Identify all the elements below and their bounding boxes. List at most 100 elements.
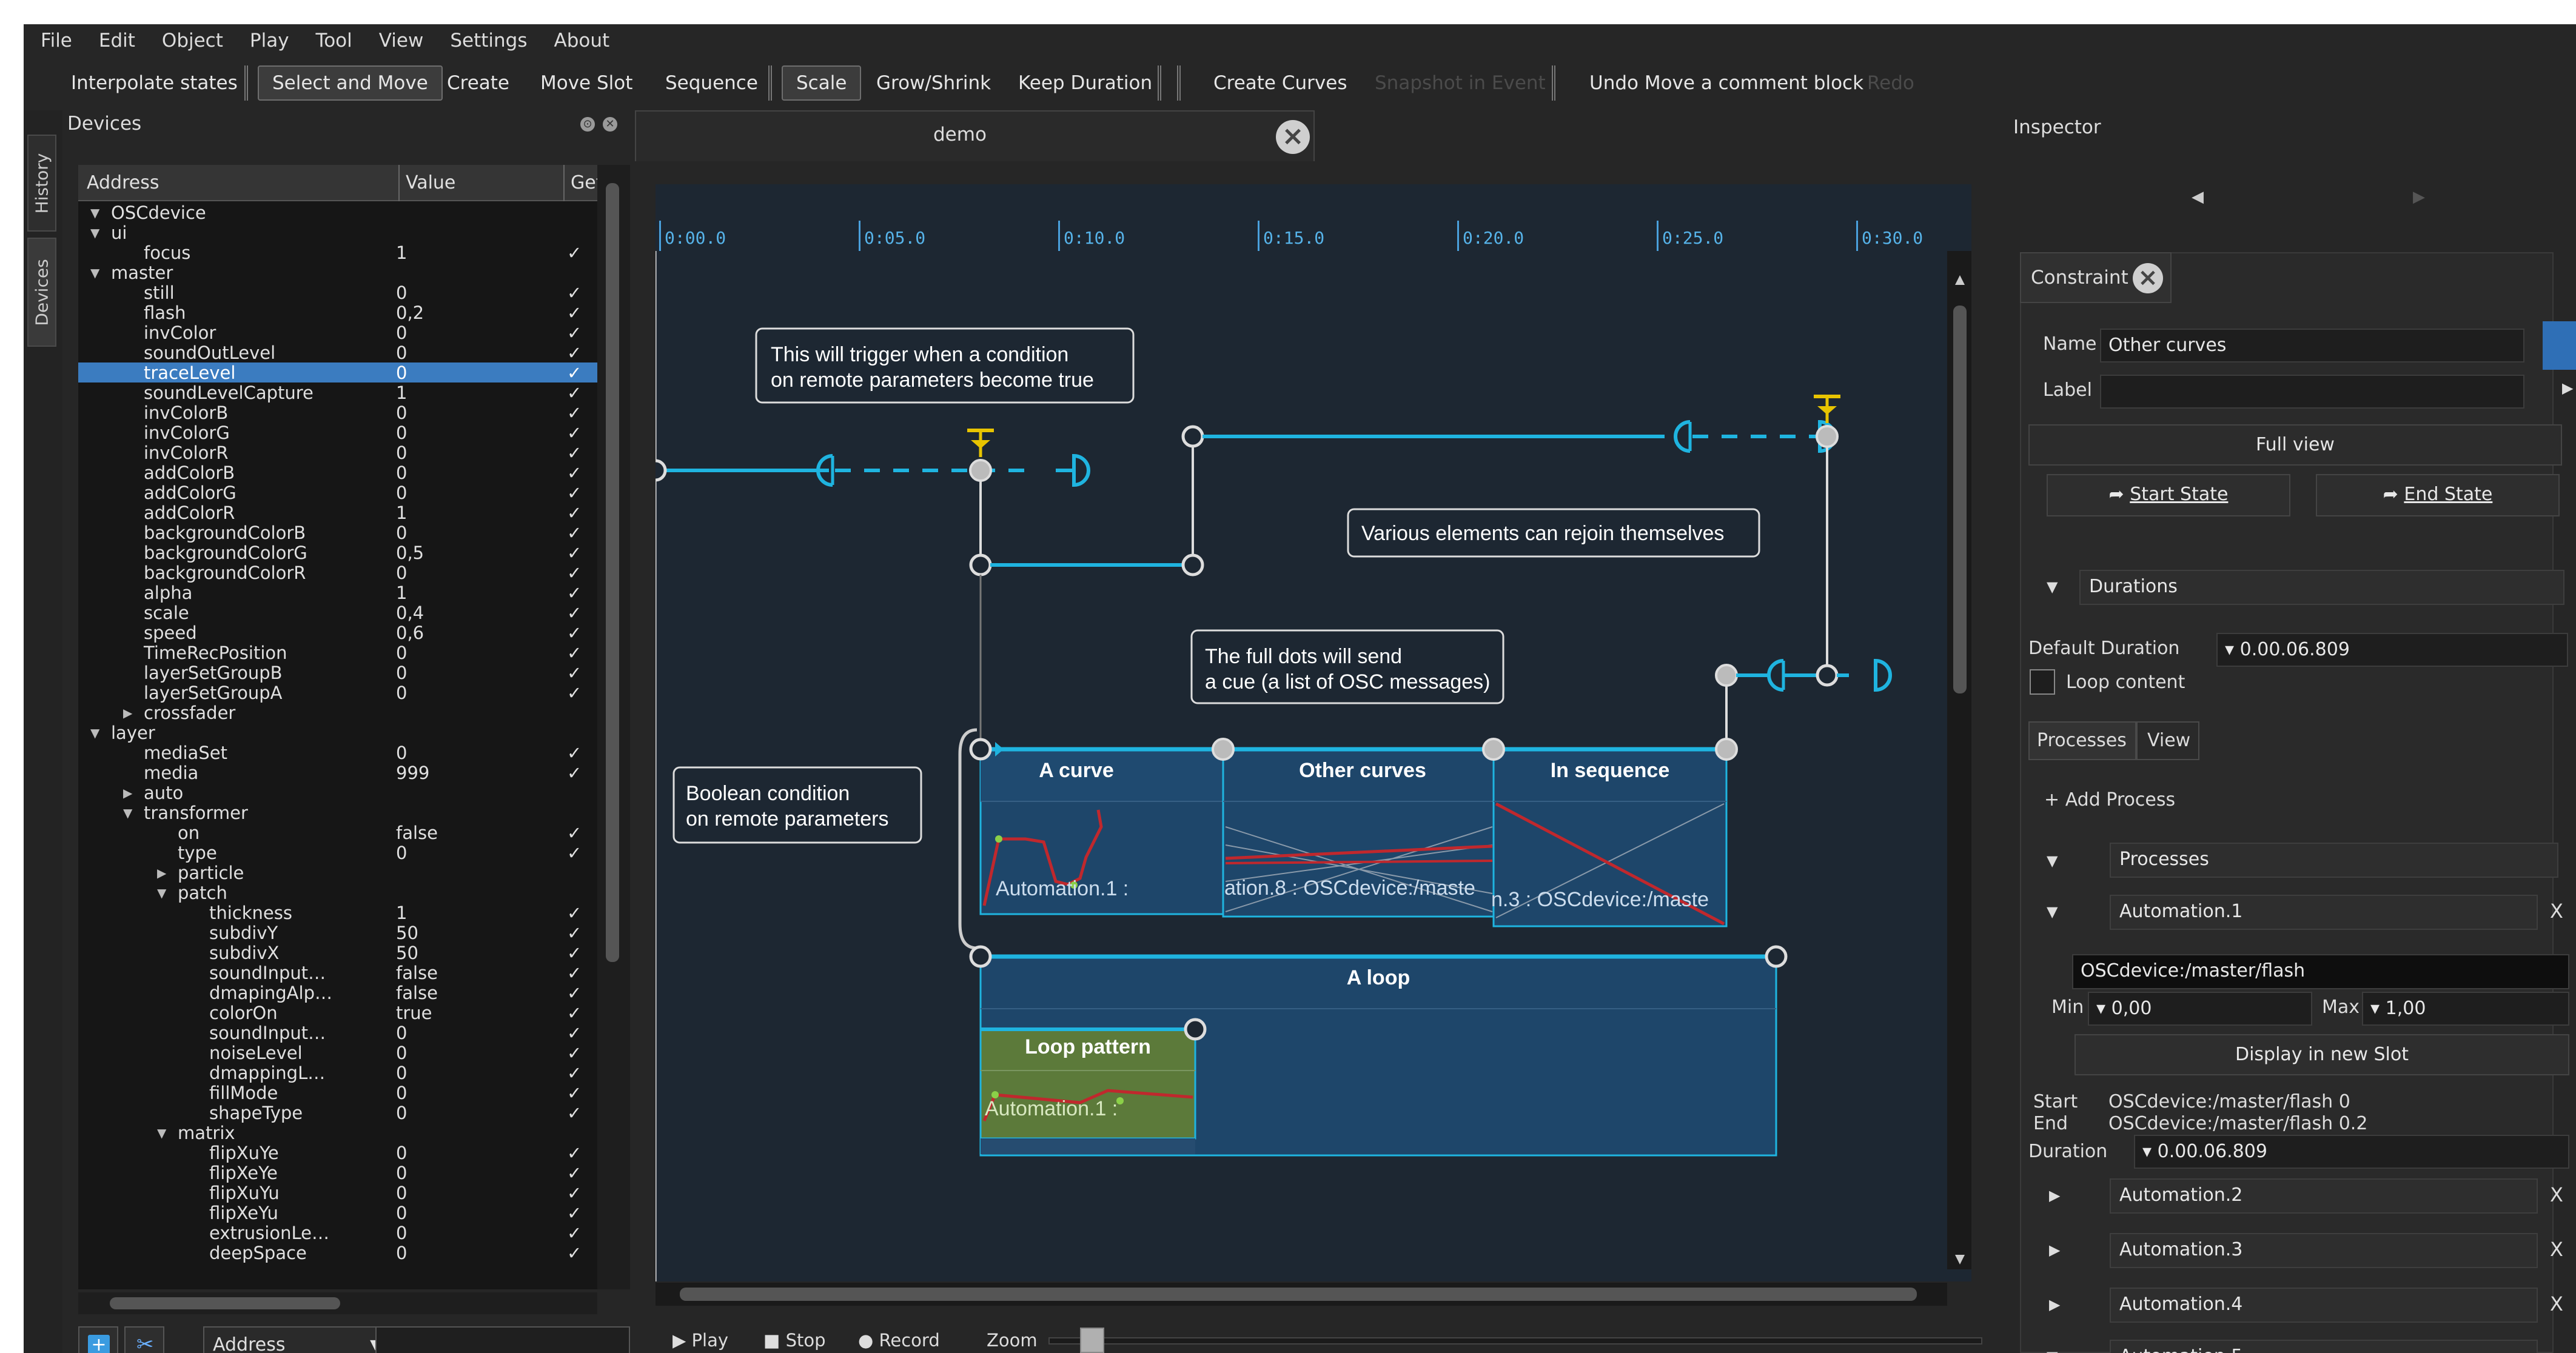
state-dot[interactable] <box>1184 1018 1207 1041</box>
get-checkmark-icon[interactable]: ✓ <box>567 1203 582 1223</box>
device-tree-row[interactable]: TimeRecPosition 0 ✓ <box>78 643 597 663</box>
max-spinbox[interactable]: ▾ 1,00 <box>2362 992 2569 1026</box>
device-tree-row[interactable]: layerSetGroupB 0 ✓ <box>78 663 597 683</box>
device-tree-row[interactable]: flipXuYe 0 ✓ <box>78 1143 597 1163</box>
device-tree-row[interactable]: fillMode 0 ✓ <box>78 1083 597 1103</box>
device-tree-row[interactable]: speed 0,6 ✓ <box>78 623 597 643</box>
add-device-button[interactable]: + <box>78 1326 118 1353</box>
score-canvas[interactable]: A curve Automation.1 : Other curves atio… <box>656 251 1971 1281</box>
device-tree-row[interactable]: type 0 ✓ <box>78 843 597 863</box>
automation-5-header[interactable]: Automation.5 <box>2110 1340 2538 1353</box>
menu-settings[interactable]: Settings <box>450 30 527 52</box>
state-dot[interactable] <box>1715 664 1738 687</box>
device-tree-row[interactable]: soundInput… false ✓ <box>78 963 597 983</box>
expand-arrow-icon[interactable]: ▶ <box>2049 1241 2060 1258</box>
column-address[interactable]: Address <box>87 172 159 193</box>
remove-process-button[interactable]: X <box>2550 900 2563 923</box>
device-tree-row[interactable]: soundInput… 0 ✓ <box>78 1023 597 1043</box>
expand-arrow-icon[interactable]: ▶ <box>2049 1296 2060 1313</box>
next-arrow-icon[interactable]: ▶ <box>2413 188 2425 206</box>
device-tree-row[interactable]: flash 0,2 ✓ <box>78 302 597 323</box>
get-checkmark-icon[interactable]: ✓ <box>567 383 582 403</box>
grow-shrink-button[interactable]: Grow/Shrink <box>863 65 1004 101</box>
expand-down-icon[interactable]: ▼ <box>90 226 99 240</box>
device-tree-row[interactable]: backgroundColorR 0 ✓ <box>78 563 597 583</box>
device-tree-row[interactable]: mediaSet 0 ✓ <box>78 743 597 763</box>
device-explorer-tree[interactable]: Address Value Get ▼ OSCdevice ▼ ui focus 1 ✓ ▼ m… <box>78 165 630 1289</box>
device-tree-row[interactable]: layerSetGroupA 0 ✓ <box>78 683 597 703</box>
expand-arrow-icon[interactable]: ▶ <box>2562 379 2573 396</box>
state-dot[interactable] <box>969 945 992 968</box>
get-checkmark-icon[interactable]: ✓ <box>567 843 582 863</box>
device-tree-row[interactable]: ▼ master <box>78 262 597 283</box>
get-checkmark-icon[interactable]: ✓ <box>567 743 582 763</box>
zoom-slider[interactable] <box>1048 1337 1982 1345</box>
get-checkmark-icon[interactable]: ✓ <box>567 563 582 583</box>
name-field[interactable]: Other curves <box>2100 329 2524 362</box>
device-tree-row[interactable]: ▼ ui <box>78 222 597 243</box>
device-tree-row[interactable]: dmapingAlp… false ✓ <box>78 983 597 1003</box>
scroll-thumb[interactable] <box>606 183 619 962</box>
device-tree-row[interactable]: ▼ matrix <box>78 1123 597 1143</box>
device-tree-row[interactable]: soundOutLevel 0 ✓ <box>78 342 597 363</box>
device-tree-row[interactable]: invColorG 0 ✓ <box>78 423 597 443</box>
device-tree-row[interactable]: shapeType 0 ✓ <box>78 1103 597 1123</box>
close-icon[interactable]: × <box>2133 263 2163 293</box>
duration-field[interactable]: ▾ 0.00.06.809 <box>2134 1135 2569 1169</box>
device-tree-row[interactable]: traceLevel 0 ✓ <box>78 362 597 383</box>
document-tab[interactable]: demo × <box>635 110 1315 161</box>
expand-down-icon[interactable]: ▼ <box>90 726 99 740</box>
label-field[interactable] <box>2100 375 2524 409</box>
device-tree-row[interactable]: ▼ patch <box>78 883 597 903</box>
get-checkmark-icon[interactable]: ✓ <box>567 1083 582 1103</box>
get-checkmark-icon[interactable]: ✓ <box>567 663 582 683</box>
device-tree-row[interactable]: deepSpace 0 ✓ <box>78 1243 597 1263</box>
device-tree-row[interactable]: dmappingL… 0 ✓ <box>78 1063 597 1083</box>
select-and-move-button[interactable]: Select and Move <box>258 65 443 101</box>
device-tree-row[interactable]: addColorB 0 ✓ <box>78 463 597 483</box>
get-checkmark-icon[interactable]: ✓ <box>567 983 582 1003</box>
comment-block[interactable]: The full dots will send a cue (a list of… <box>1190 629 1504 704</box>
get-checkmark-icon[interactable]: ✓ <box>567 623 582 643</box>
scale-button[interactable]: Scale <box>782 65 862 101</box>
device-tree-row[interactable]: ▼ transformer <box>78 803 597 823</box>
device-tree-row[interactable]: ▼ layer <box>78 723 597 743</box>
expand-down-icon[interactable]: ▼ <box>123 806 132 820</box>
automation-3-header[interactable]: Automation.3 <box>2110 1233 2538 1268</box>
get-checkmark-icon[interactable]: ✓ <box>567 643 582 663</box>
devices-tab[interactable]: Devices <box>27 238 56 347</box>
expand-down-icon[interactable]: ▼ <box>90 266 99 280</box>
get-checkmark-icon[interactable]: ✓ <box>567 322 582 343</box>
loop-content-checkbox[interactable] <box>2030 669 2055 695</box>
get-checkmark-icon[interactable]: ✓ <box>567 1103 582 1123</box>
device-tree-row[interactable]: subdivY 50 ✓ <box>78 923 597 943</box>
scroll-thumb[interactable] <box>110 1297 340 1309</box>
remove-process-button[interactable]: X <box>2550 1292 2563 1315</box>
default-duration-field[interactable]: ▾ 0.00.06.809 <box>2216 633 2568 667</box>
comment-block[interactable]: This will trigger when a condition on re… <box>755 327 1135 404</box>
get-checkmark-icon[interactable]: ✓ <box>567 1143 582 1163</box>
record-button[interactable]: ● Record <box>858 1330 940 1351</box>
get-checkmark-icon[interactable]: ✓ <box>567 403 582 423</box>
automation-1-header[interactable]: Automation.1 <box>2110 895 2538 930</box>
start-state-button[interactable]: ➦ Start State <box>2047 474 2290 516</box>
device-tree-row[interactable]: backgroundColorG 0,5 ✓ <box>78 543 597 563</box>
get-checkmark-icon[interactable]: ✓ <box>567 443 582 463</box>
device-tree-row[interactable]: ▼ OSCdevice <box>78 202 597 223</box>
end-state-button[interactable]: ➦ End State <box>2316 474 2560 516</box>
move-slot-button[interactable]: Move Slot <box>527 65 646 101</box>
stop-button[interactable]: ■ Stop <box>763 1330 826 1351</box>
state-dot[interactable] <box>1181 425 1204 448</box>
full-view-button[interactable]: Full view <box>2028 424 2562 466</box>
device-tree-row[interactable]: flipXeYe 0 ✓ <box>78 1163 597 1183</box>
display-in-new-slot-button[interactable]: Display in new Slot <box>2075 1034 2569 1075</box>
snapshot-in-event-button[interactable]: Snapshot in Event <box>1361 65 1559 101</box>
device-tree-row[interactable]: scale 0,4 ✓ <box>78 603 597 623</box>
get-checkmark-icon[interactable]: ✓ <box>567 302 582 323</box>
trigger-icon[interactable] <box>1814 395 1840 423</box>
automation-4-header[interactable]: Automation.4 <box>2110 1288 2538 1323</box>
zoom-handle[interactable] <box>1080 1328 1104 1353</box>
get-checkmark-icon[interactable]: ✓ <box>567 483 582 503</box>
menu-about[interactable]: About <box>554 30 610 52</box>
get-checkmark-icon[interactable]: ✓ <box>567 823 582 843</box>
